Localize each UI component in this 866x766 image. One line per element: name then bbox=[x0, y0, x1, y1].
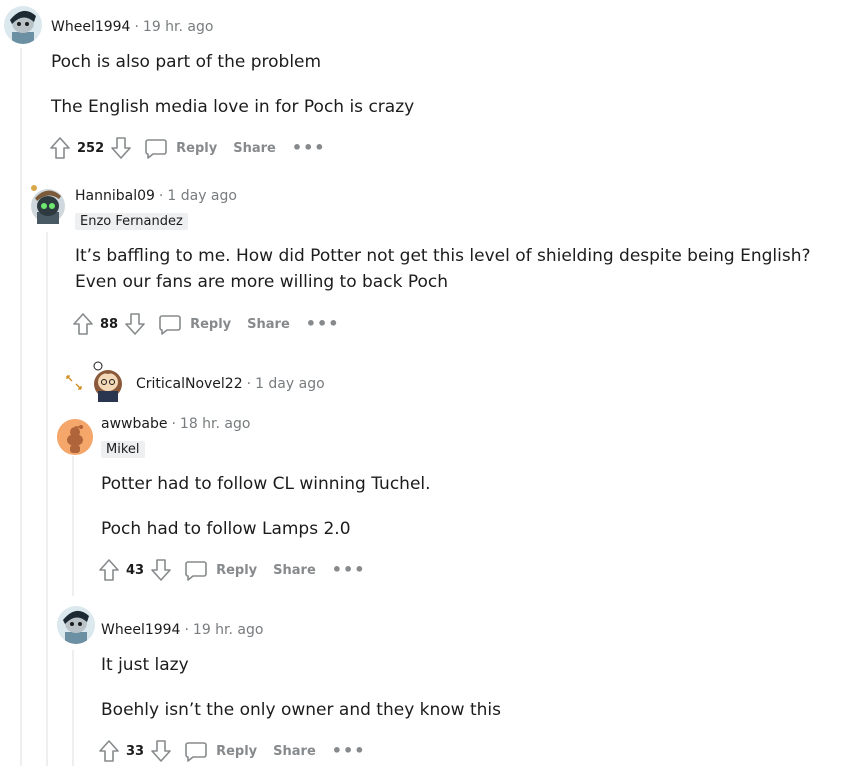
user-flair: Enzo Fernandez bbox=[75, 213, 188, 230]
meta-separator: · bbox=[184, 622, 189, 638]
comment-actions: 43 Reply Share ••• bbox=[98, 556, 365, 584]
reply-button[interactable]: Reply bbox=[158, 313, 231, 335]
timestamp[interactable]: 19 hr. ago bbox=[143, 19, 214, 35]
avatar[interactable] bbox=[57, 419, 93, 455]
snoo-avatar-icon bbox=[31, 185, 65, 224]
downvote-icon[interactable] bbox=[124, 312, 146, 336]
meta-separator: · bbox=[134, 19, 139, 35]
user-flair: Mikel bbox=[101, 441, 145, 458]
author-name[interactable]: Hannibal09 bbox=[75, 188, 155, 204]
reply-button[interactable]: Reply bbox=[144, 137, 217, 159]
vote-score: 43 bbox=[126, 562, 145, 578]
comment-icon bbox=[184, 559, 208, 581]
more-icon[interactable]: ••• bbox=[332, 743, 366, 759]
downvote-icon[interactable] bbox=[150, 558, 172, 582]
comment-text: It’s baffling to me. How did Potter not … bbox=[75, 246, 811, 266]
comment-actions: 33 Reply Share ••• bbox=[98, 737, 365, 765]
vote-score: 33 bbox=[126, 743, 145, 759]
comment-text: Boehly isn’t the only owner and they kno… bbox=[101, 700, 502, 720]
meta-separator: · bbox=[171, 416, 176, 432]
more-icon[interactable]: ••• bbox=[306, 316, 340, 332]
reply-button[interactable]: Reply bbox=[184, 559, 257, 581]
comment-meta: Wheel1994 · 19 hr. ago bbox=[51, 19, 213, 35]
author-name[interactable]: CriticalNovel22 bbox=[136, 376, 243, 392]
thread-line-wheel-reply[interactable] bbox=[72, 650, 74, 766]
comment-text: The English media love in for Poch is cr… bbox=[51, 97, 415, 117]
expand-icon[interactable] bbox=[64, 372, 84, 392]
comment-actions: 252 Reply Share ••• bbox=[49, 134, 326, 162]
comment-text: Potter had to follow CL winning Tuchel. bbox=[101, 474, 431, 494]
avatar[interactable] bbox=[57, 606, 95, 644]
comment-meta: CriticalNovel22 · 1 day ago bbox=[136, 376, 325, 392]
comment-icon bbox=[184, 740, 208, 762]
timestamp[interactable]: 1 day ago bbox=[167, 188, 237, 204]
comment-meta: Wheel1994 · 19 hr. ago bbox=[101, 622, 263, 638]
comment-text: Poch is also part of the problem bbox=[51, 52, 322, 72]
thread-line-hannibal[interactable] bbox=[46, 232, 48, 766]
comment-icon bbox=[158, 313, 182, 335]
comment-meta: awwbabe · 18 hr. ago bbox=[101, 416, 250, 432]
meta-separator: · bbox=[158, 188, 164, 204]
author-name[interactable]: Wheel1994 bbox=[101, 622, 180, 638]
share-button[interactable]: Share bbox=[273, 563, 316, 578]
snoo-avatar-icon bbox=[57, 606, 95, 644]
downvote-icon[interactable] bbox=[110, 136, 132, 160]
default-snoo-icon bbox=[57, 419, 93, 455]
author-name[interactable]: awwbabe bbox=[101, 416, 167, 432]
vote-score: 252 bbox=[77, 140, 105, 156]
upvote-icon[interactable] bbox=[49, 136, 71, 160]
comment-icon bbox=[144, 137, 168, 159]
more-icon[interactable]: ••• bbox=[332, 562, 366, 578]
comment-text: Even our fans are more willing to back P… bbox=[75, 272, 448, 292]
comment-text: It just lazy bbox=[101, 655, 189, 675]
thread-line-root[interactable] bbox=[20, 48, 22, 766]
comment-actions: 88 Reply Share ••• bbox=[72, 310, 339, 338]
share-button[interactable]: Share bbox=[233, 141, 276, 156]
reply-label: Reply bbox=[190, 316, 232, 332]
thread-line-awwbabe[interactable] bbox=[72, 456, 74, 596]
share-button[interactable]: Share bbox=[273, 744, 316, 759]
timestamp[interactable]: 19 hr. ago bbox=[193, 622, 264, 638]
avatar[interactable] bbox=[88, 358, 128, 402]
reply-label: Reply bbox=[176, 140, 218, 156]
upvote-icon[interactable] bbox=[72, 312, 94, 336]
comment-meta: Hannibal09 · 1 day ago bbox=[75, 188, 237, 204]
reply-label: Reply bbox=[216, 743, 258, 759]
downvote-icon[interactable] bbox=[150, 739, 172, 763]
timestamp[interactable]: 18 hr. ago bbox=[180, 416, 251, 432]
avatar[interactable] bbox=[4, 6, 42, 44]
reply-button[interactable]: Reply bbox=[184, 740, 257, 762]
author-name[interactable]: Wheel1994 bbox=[51, 19, 130, 35]
meta-separator: · bbox=[246, 376, 252, 392]
upvote-icon[interactable] bbox=[98, 558, 120, 582]
snoo-avatar-icon bbox=[4, 6, 42, 44]
timestamp[interactable]: 1 day ago bbox=[255, 376, 325, 392]
avatar[interactable] bbox=[29, 182, 67, 224]
share-button[interactable]: Share bbox=[247, 317, 290, 332]
vote-score: 88 bbox=[100, 316, 119, 332]
snoo-avatar-icon bbox=[93, 361, 122, 402]
reply-label: Reply bbox=[216, 562, 258, 578]
more-icon[interactable]: ••• bbox=[292, 140, 326, 156]
comment-text: Poch had to follow Lamps 2.0 bbox=[101, 519, 351, 539]
upvote-icon[interactable] bbox=[98, 739, 120, 763]
